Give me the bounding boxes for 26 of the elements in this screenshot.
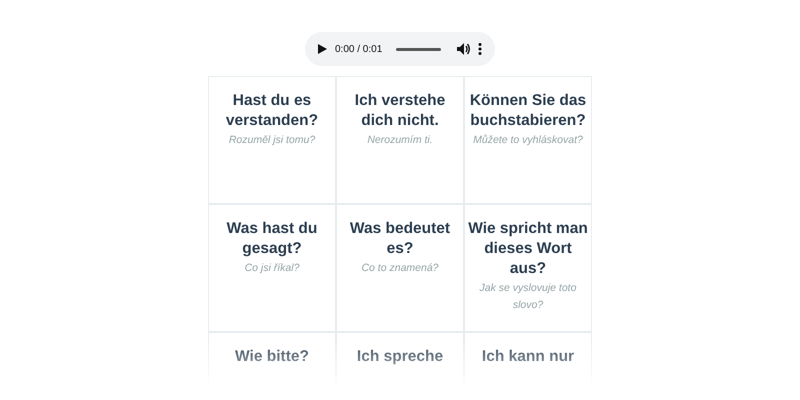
translation-text: Co jsi říkal? (244, 261, 300, 276)
volume-icon[interactable] (457, 43, 470, 55)
translation-text: Rozuměl jsi tomu? (228, 133, 316, 148)
phrase-text: Wie bitte? (235, 347, 309, 367)
phrase-card[interactable]: Was hast du gesagt? Co jsi říkal? (209, 205, 335, 331)
playback-time: 0:00 / 0:01 (335, 44, 382, 54)
phrase-text: Ich verstehe dich nicht. (354, 91, 446, 131)
more-icon[interactable] (478, 43, 482, 55)
translation-text: Jak se vyslovuje toto slovo? (478, 281, 578, 313)
phrase-card[interactable]: Wie spricht man dieses Wort aus? Jak se vyslovuje toto slovo? (465, 205, 591, 331)
phrase-text: Hast du es verstanden? (224, 91, 320, 131)
phrase-text: Ich kann nur (482, 347, 574, 367)
translation-text: Co to znamená? (361, 261, 439, 276)
phrase-card[interactable]: Was bedeutet es? Co to znamená? (337, 205, 463, 331)
seek-slider[interactable] (396, 48, 441, 50)
phrase-card[interactable]: Können Sie das buchstabieren? Můžete to vyhláskovat? (465, 77, 591, 203)
translation-text: Můžete to vyhláskovat? (473, 133, 583, 148)
play-icon[interactable] (318, 44, 327, 54)
phrase-card[interactable]: Hast du es verstanden? Rozuměl jsi tomu? (209, 77, 335, 203)
phrase-text: Können Sie das buchstabieren? (468, 91, 588, 131)
phrase-text: Ich spreche (356, 347, 444, 367)
phrase-text: Wie spricht man dieses Wort aus? (468, 219, 588, 279)
translation-text: Nerozumím ti. (367, 133, 433, 148)
phrase-text: Was bedeutet es? (348, 219, 452, 259)
phrase-text: Was hast du gesagt? (226, 219, 318, 259)
phrase-card[interactable]: Ich verstehe dich nicht. Nerozumím ti. (337, 77, 463, 203)
